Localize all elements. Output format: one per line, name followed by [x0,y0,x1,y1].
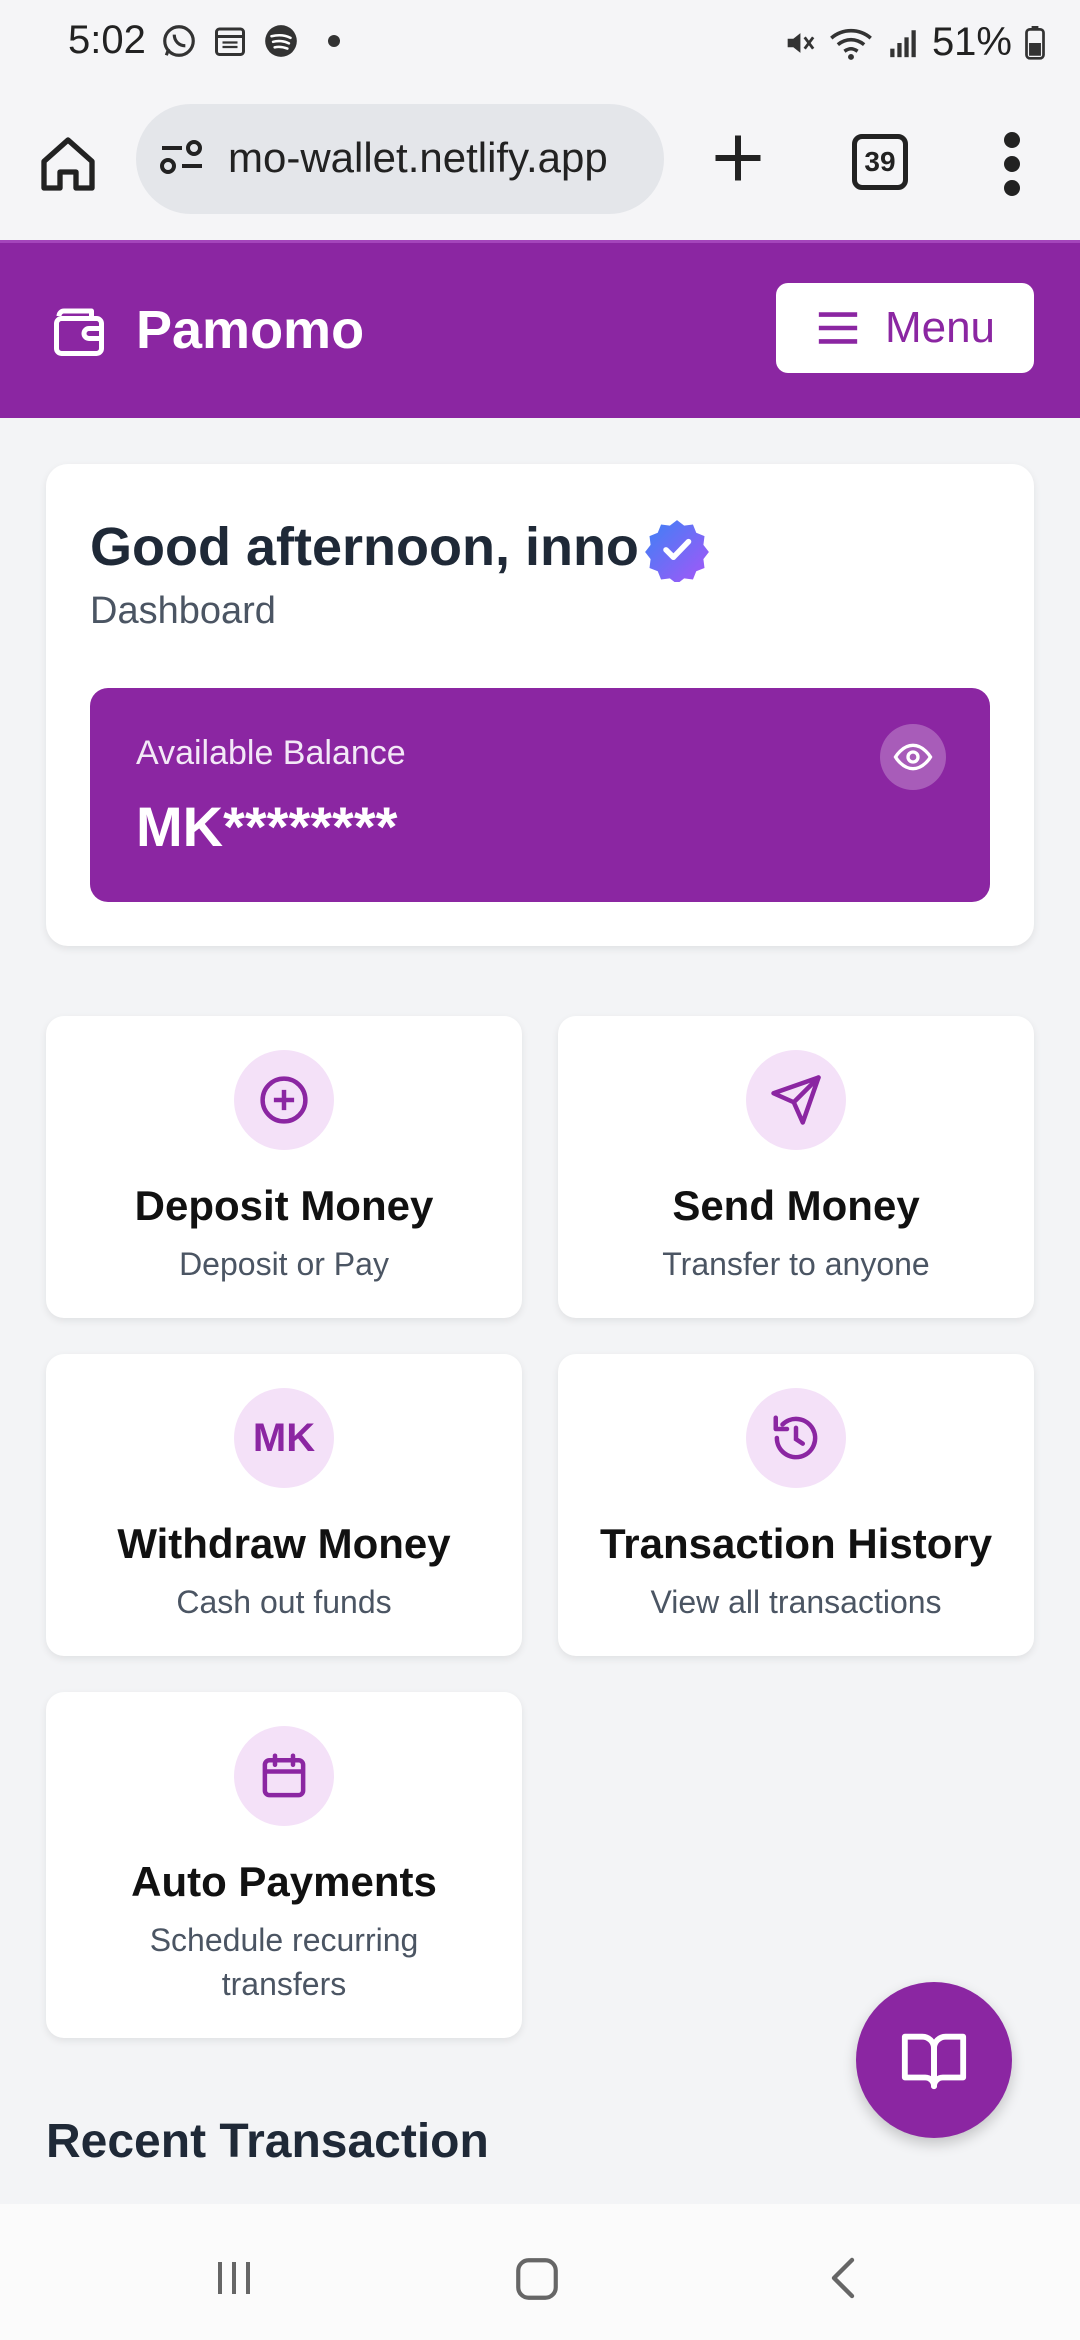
withdraw-money-tile[interactable]: MK Withdraw Money Cash out funds [46,1354,522,1656]
site-settings-icon[interactable] [158,138,206,178]
system-navigation-bar [0,2204,1080,2340]
balance-card: Available Balance MK******** [90,688,990,902]
menu-label: Menu [884,303,996,352]
deposit-money-tile[interactable]: Deposit Money Deposit or Pay [46,1016,522,1318]
browser-home-button[interactable] [36,132,100,196]
system-home-button[interactable] [512,2254,562,2304]
back-button[interactable] [820,2254,868,2302]
recent-transaction-heading: Recent Transaction [46,2115,489,2168]
tile-title: Withdraw Money [117,1520,451,1567]
tile-subtitle: View all transactions [650,1584,942,1620]
guide-fab-button[interactable] [856,1982,1012,2138]
whatsapp-icon [160,22,198,60]
wifi-icon [828,24,874,62]
deposit-icon-wrap [234,1050,334,1150]
dashboard-subtitle: Dashboard [90,590,276,632]
recent-apps-icon [218,2262,250,2294]
currency-code: MK [252,1415,316,1460]
calendar-icon [212,23,248,59]
menu-button[interactable]: Menu [776,283,1034,373]
status-system-icons: 51% [782,20,1046,65]
tile-title: Send Money [672,1182,920,1229]
tile-title: Auto Payments [131,1858,437,1905]
wallet-icon [48,301,110,361]
mute-icon [782,26,816,60]
send-icon-wrap [746,1050,846,1150]
balance-amount: MK******** [136,795,398,858]
tile-title: Deposit Money [134,1182,434,1229]
tile-subtitle: Cash out funds [176,1584,392,1620]
tile-subtitle: Transfer to anyone [662,1246,930,1282]
calendar-icon-wrap [234,1726,334,1826]
send-money-tile[interactable]: Send Money Transfer to anyone [558,1016,1034,1318]
battery-icon [1024,25,1046,60]
balance-label: Available Balance [136,734,406,772]
toggle-balance-button[interactable] [880,724,946,790]
home-icon [41,137,95,191]
app-title[interactable]: Pamomo [136,299,364,361]
spotify-icon [262,22,300,60]
home-square-icon [516,2258,558,2300]
app-header: Pamomo Menu [0,240,1080,418]
send-icon [771,1075,821,1125]
tab-count: 39 [864,146,896,177]
tile-title: Transaction History [599,1520,993,1567]
history-icon-wrap [746,1388,846,1488]
auto-payments-tile[interactable]: Auto Payments Schedule recurring transfe… [46,1692,522,2038]
status-time: 5:02 [68,18,146,62]
dashboard-card: Good afternoon, inno Dashboard Available… [46,464,1034,946]
greeting-text: Good afternoon, inno [90,517,639,577]
plus-circle-icon [260,1076,308,1124]
hamburger-icon [818,312,858,344]
verified-badge-icon [644,516,710,582]
tile-subtitle: Deposit or Pay [179,1246,389,1282]
signal-icon [886,26,920,60]
status-notification-icons [160,22,340,60]
recent-apps-button[interactable] [210,2254,258,2302]
browser-menu-button[interactable] [1000,132,1024,196]
currency-mk-icon: MK [234,1388,334,1488]
more-vertical-icon [1004,132,1020,196]
eye-icon [893,743,933,771]
battery-percent: 51% [931,20,1012,64]
plus-icon [715,135,761,181]
history-icon [773,1415,818,1460]
status-bar: 5:02 51% [0,0,1080,88]
address-bar[interactable]: mo-wallet.netlify.app [136,104,664,214]
url-text: mo-wallet.netlify.app [228,134,608,181]
dot-icon [328,35,340,47]
tile-subtitle: Schedule recurring transfers [149,1922,419,2002]
tab-switcher-button[interactable]: 39 [852,134,908,190]
book-open-icon [901,2033,967,2090]
transaction-history-tile[interactable]: Transaction History View all transaction… [558,1354,1034,1656]
browser-toolbar: mo-wallet.netlify.app 39 [0,88,1080,240]
back-chevron-icon [831,2257,855,2299]
calendar-icon [262,1753,306,1798]
new-tab-button[interactable] [708,128,768,188]
